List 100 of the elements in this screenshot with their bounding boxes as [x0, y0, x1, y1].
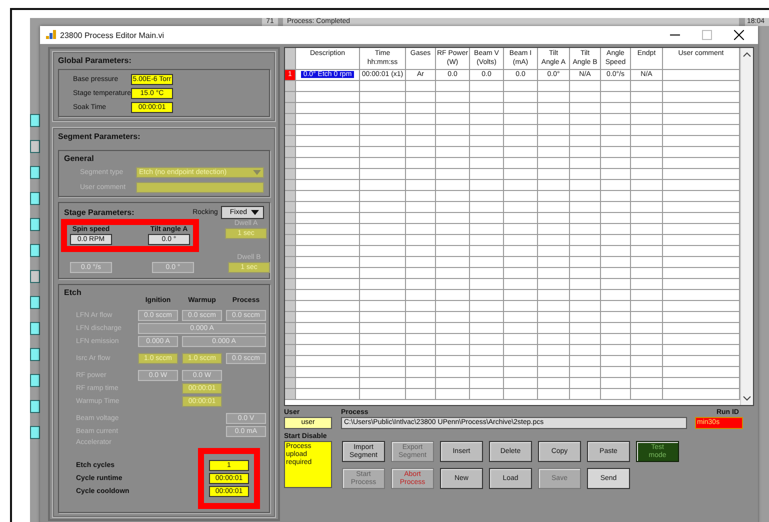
row-number[interactable] [285, 290, 296, 301]
row-number[interactable] [285, 158, 296, 169]
table-cell [296, 301, 360, 312]
row-number[interactable] [285, 389, 296, 400]
row-number[interactable] [285, 246, 296, 257]
row-number[interactable] [285, 103, 296, 114]
table-cell [436, 378, 470, 389]
table-cell [360, 290, 406, 301]
table-cell [360, 92, 406, 103]
table-cell [360, 158, 406, 169]
table-cell [570, 224, 601, 235]
table-cell [470, 202, 504, 213]
table-cell [570, 191, 601, 202]
row-number[interactable] [285, 191, 296, 202]
table-cell [570, 169, 601, 180]
table-cell [601, 389, 631, 400]
table-cell [601, 312, 631, 323]
table-cell [296, 191, 360, 202]
panel-title: Segment Parameters: [58, 132, 142, 141]
table-cell [406, 103, 436, 114]
row-number[interactable] [285, 213, 296, 224]
row-number[interactable] [285, 312, 296, 323]
table-cell [631, 103, 663, 114]
table-cell [470, 191, 504, 202]
row-number[interactable] [285, 224, 296, 235]
table-cell [570, 312, 601, 323]
table-cell [631, 202, 663, 213]
table-cell [601, 268, 631, 279]
row-number[interactable] [285, 125, 296, 136]
table-cell [360, 334, 406, 345]
table-cell [436, 147, 470, 158]
table-cell [436, 92, 470, 103]
row-number[interactable] [285, 235, 296, 246]
row-number[interactable] [285, 367, 296, 378]
table-cell [470, 169, 504, 180]
table-cell [631, 81, 663, 92]
table-cell [406, 356, 436, 367]
status-light [30, 374, 40, 387]
table-cell [470, 125, 504, 136]
row-number[interactable] [285, 378, 296, 389]
table-cell [360, 147, 406, 158]
table-cell [504, 290, 538, 301]
row-number[interactable] [285, 81, 296, 92]
row-number[interactable] [285, 136, 296, 147]
status-light [30, 348, 40, 361]
table-cell [296, 312, 360, 323]
row-number[interactable] [285, 169, 296, 180]
table-cell [504, 191, 538, 202]
row-number[interactable] [285, 180, 296, 191]
table-cell [470, 114, 504, 125]
table-cell [296, 345, 360, 356]
table-cell [296, 246, 360, 257]
table-cell [601, 301, 631, 312]
table-cell [570, 213, 601, 224]
status-light [30, 244, 40, 257]
row-number[interactable] [285, 356, 296, 367]
table-cell [538, 334, 570, 345]
table-cell [570, 246, 601, 257]
row-number[interactable] [285, 268, 296, 279]
table-cell [601, 213, 631, 224]
table-cell [504, 125, 538, 136]
scroll-up-icon[interactable] [743, 52, 751, 57]
row-number[interactable] [285, 147, 296, 158]
table-cell [436, 389, 470, 400]
table-cell [570, 257, 601, 268]
row-number[interactable] [285, 279, 296, 290]
table-cell [360, 125, 406, 136]
table-cell [570, 378, 601, 389]
table-cell [570, 290, 601, 301]
table-cell [436, 367, 470, 378]
table-cell [631, 345, 663, 356]
table-cell [631, 92, 663, 103]
row-number[interactable] [285, 92, 296, 103]
row-number[interactable] [285, 301, 296, 312]
dropdown-arrow-icon[interactable] [251, 210, 259, 215]
row-number[interactable] [285, 334, 296, 345]
table-cell [504, 279, 538, 290]
table-cell [436, 213, 470, 224]
table-cell [631, 213, 663, 224]
table-cell [504, 345, 538, 356]
table-cell [570, 345, 601, 356]
table-cell [296, 367, 360, 378]
row-number[interactable] [285, 202, 296, 213]
row-number[interactable] [285, 345, 296, 356]
table-cell [570, 158, 601, 169]
close-icon[interactable] [734, 30, 744, 40]
row-number[interactable] [285, 323, 296, 334]
table-cell [504, 334, 538, 345]
table-cell [436, 224, 470, 235]
scroll-down-icon[interactable] [743, 396, 751, 401]
table-cell [538, 290, 570, 301]
table-cell [470, 367, 504, 378]
table-cell [538, 279, 570, 290]
maximize-icon[interactable] [702, 30, 712, 40]
table-cell [504, 213, 538, 224]
table-cell [601, 103, 631, 114]
scroll-bar[interactable] [740, 48, 753, 405]
table-cell [504, 389, 538, 400]
row-number[interactable] [285, 114, 296, 125]
row-number[interactable] [285, 257, 296, 268]
